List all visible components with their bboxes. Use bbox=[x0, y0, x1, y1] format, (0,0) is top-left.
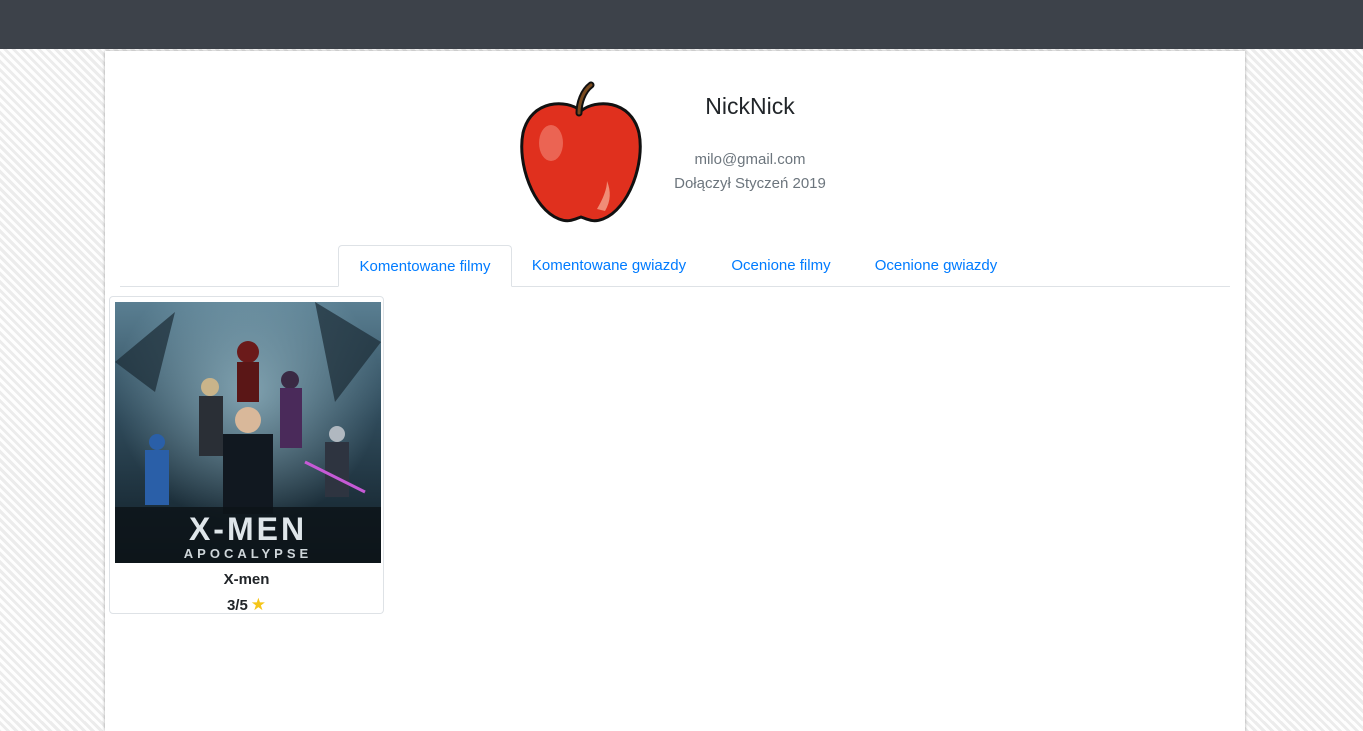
profile-joined-date: Dołączył Styczeń 2019 bbox=[674, 175, 826, 192]
poster-title-text: X-MEN bbox=[189, 511, 307, 547]
tab-label: Komentowane gwiazdy bbox=[531, 257, 687, 274]
top-navbar bbox=[0, 0, 1363, 49]
avatar-apple-icon bbox=[515, 81, 647, 227]
tab-label: Komentowane filmy bbox=[359, 258, 491, 275]
tab-label: Ocenione gwiazdy bbox=[874, 257, 998, 274]
tab-commented-stars[interactable]: Komentowane gwiazdy bbox=[516, 245, 702, 286]
movie-title[interactable]: X-men bbox=[110, 571, 383, 588]
profile-panel: NickNick milo@gmail.com Dołączył Styczeń… bbox=[105, 51, 1245, 731]
movie-card[interactable]: X-MEN APOCALYPSE X-men 3/5 ★ bbox=[109, 296, 384, 614]
movie-poster[interactable]: X-MEN APOCALYPSE bbox=[115, 302, 381, 563]
tab-commented-movies[interactable]: Komentowane filmy bbox=[338, 245, 512, 287]
star-icon: ★ bbox=[250, 595, 267, 614]
tab-rated-movies[interactable]: Ocenione filmy bbox=[714, 245, 848, 286]
tab-label: Ocenione filmy bbox=[731, 257, 831, 274]
poster-subtitle-text: APOCALYPSE bbox=[184, 546, 312, 561]
profile-email: milo@gmail.com bbox=[694, 151, 806, 168]
movie-rating-value: 3/5 bbox=[226, 597, 248, 614]
movie-rating: 3/5 ★ bbox=[110, 595, 383, 615]
tab-rated-stars[interactable]: Ocenione gwiazdy bbox=[858, 245, 1014, 286]
profile-username: NickNick bbox=[705, 93, 795, 119]
profile-tabs: Komentowane filmy Komentowane gwiazdy Oc… bbox=[120, 245, 1230, 287]
